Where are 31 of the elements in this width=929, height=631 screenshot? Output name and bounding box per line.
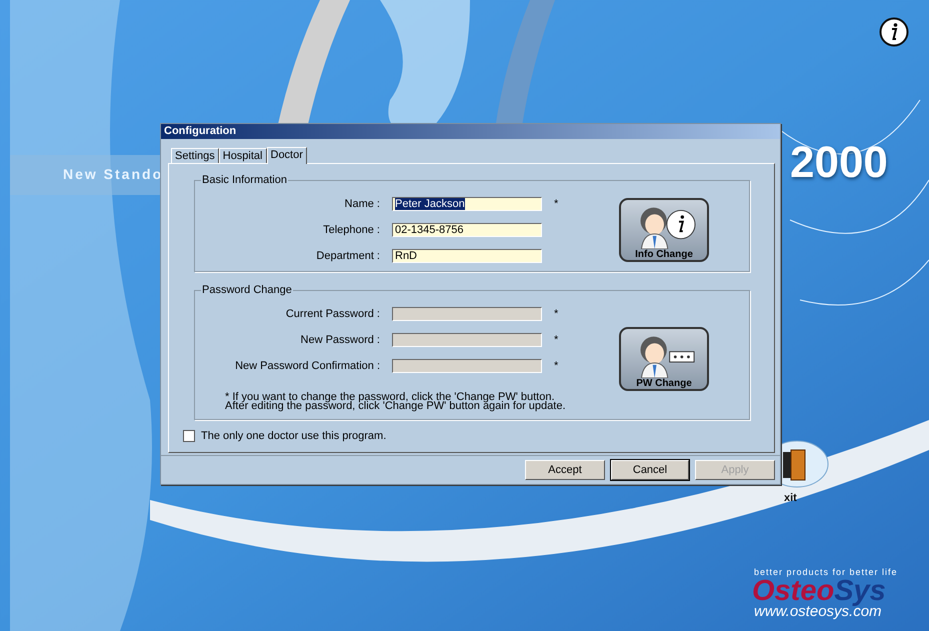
required-mark: * bbox=[554, 307, 560, 321]
checkbox-label: The only one doctor use this program. bbox=[201, 430, 386, 442]
info-icon[interactable] bbox=[879, 17, 909, 47]
version-text: 2000 bbox=[790, 138, 888, 188]
pw-change-button[interactable]: PW Change bbox=[619, 327, 709, 391]
required-mark: * bbox=[554, 197, 560, 211]
field-label: Department : bbox=[315, 249, 380, 263]
text-field[interactable]: RnD bbox=[392, 249, 542, 263]
tagline-text: New Stando bbox=[63, 166, 164, 182]
text-field[interactable]: 02-1345-8756 bbox=[392, 223, 542, 237]
field-label: New Password Confirmation : bbox=[234, 359, 380, 373]
group-legend: Password Change bbox=[201, 284, 293, 296]
password-note: * If you want to change the password, click the 'Change PW' button. After editing the password, click 'Change PW' button again for update. bbox=[224, 393, 567, 411]
tab[interactable]: Doctor bbox=[266, 147, 307, 164]
text-field[interactable]: Peter Jackson bbox=[392, 197, 542, 211]
field-label: New Password : bbox=[300, 333, 380, 347]
info-change-button[interactable]: Info Change bbox=[619, 198, 709, 262]
dialog-button[interactable]: Cancel bbox=[611, 460, 689, 480]
group-legend: Basic Information bbox=[201, 174, 288, 186]
tab[interactable]: Settings bbox=[171, 148, 219, 163]
dialog-button[interactable]: Accept bbox=[525, 460, 605, 480]
tab[interactable]: Hospital bbox=[218, 148, 266, 163]
checkbox[interactable] bbox=[183, 430, 195, 442]
field-label: Name : bbox=[344, 197, 380, 211]
field-label: Current Password : bbox=[284, 307, 380, 321]
window-title: Configuration bbox=[161, 124, 780, 139]
required-mark: * bbox=[554, 359, 560, 373]
required-mark: * bbox=[554, 333, 560, 347]
field-label: Telephone : bbox=[322, 223, 380, 237]
slogan-text: better products for better life bbox=[754, 567, 898, 577]
exit-label[interactable]: xit bbox=[784, 492, 797, 504]
